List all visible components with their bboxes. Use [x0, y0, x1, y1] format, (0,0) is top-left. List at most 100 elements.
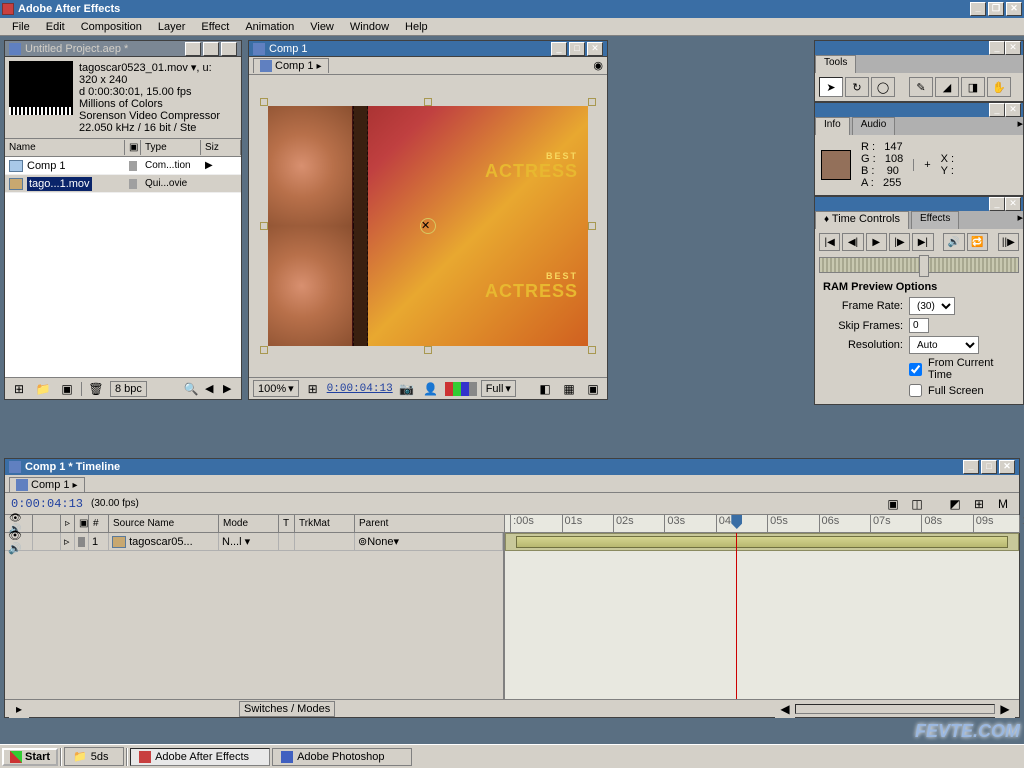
transparency-grid-icon[interactable]: ▦ — [559, 380, 579, 398]
quick-launch-folder[interactable]: 📁5ds — [64, 747, 124, 766]
mode-header[interactable]: Mode — [219, 515, 279, 532]
col-type[interactable]: Type — [141, 140, 201, 155]
layer-1-track[interactable] — [505, 533, 1019, 551]
trash-icon[interactable]: 🗑 — [86, 380, 106, 398]
viewer-minimize-button[interactable]: _ — [551, 42, 567, 56]
tools-close-button[interactable]: ✕ — [1005, 41, 1021, 55]
menu-composition[interactable]: Composition — [73, 19, 150, 35]
timeline-minimize-button[interactable]: _ — [963, 460, 979, 474]
minimize-button[interactable]: _ — [970, 2, 986, 16]
tab-effects[interactable]: Effects — [911, 211, 959, 229]
project-row-movie[interactable]: tago...1.mov Qui...ovie — [5, 175, 241, 193]
resolution-dropdown[interactable]: Full ▾ — [481, 380, 516, 397]
timeline-maximize-button[interactable]: □ — [981, 460, 997, 474]
parent-header[interactable]: Parent — [355, 515, 505, 532]
expand-all-icon[interactable]: ▸ — [9, 700, 29, 718]
tab-info[interactable]: Info — [815, 117, 850, 135]
label-swatch[interactable] — [129, 161, 137, 171]
timeline-tab[interactable]: Comp 1 ▸ — [9, 477, 85, 492]
selection-tool-icon[interactable]: ➤ — [819, 77, 843, 97]
hand-tool-icon[interactable]: ✋ — [987, 77, 1011, 97]
find-icon[interactable]: 🔍 — [181, 380, 201, 398]
layer-row-1[interactable]: 👁🔊 ▹ 1 tagoscar05... N...l ▾ ⊚ None ▾ — [5, 533, 503, 551]
snapshot-icon[interactable]: 📷 — [397, 380, 417, 398]
tools-minimize-button[interactable]: _ — [989, 41, 1005, 55]
show-snapshot-icon[interactable]: 👤 — [421, 380, 441, 398]
menu-file[interactable]: File — [4, 19, 38, 35]
task-after-effects[interactable]: Adobe After Effects — [130, 748, 270, 766]
anchor-point-icon[interactable]: ✕ — [420, 218, 436, 234]
menu-edit[interactable]: Edit — [38, 19, 73, 35]
resolution-icon[interactable]: ◫ — [907, 495, 927, 513]
comp-button-icon[interactable]: ▣ — [883, 495, 903, 513]
project-panel-title[interactable]: Untitled Project.aep * _ □ ✕ — [5, 41, 241, 57]
asset-thumbnail[interactable] — [9, 61, 73, 115]
info-close-button[interactable]: ✕ — [1005, 103, 1021, 117]
menu-view[interactable]: View — [302, 19, 342, 35]
viewer-tab[interactable]: Comp 1 ▸ — [253, 58, 329, 73]
full-screen-checkbox[interactable] — [909, 384, 922, 397]
project-maximize-button[interactable]: □ — [203, 42, 219, 56]
skip-frames-input[interactable] — [909, 318, 929, 333]
channel-buttons[interactable] — [445, 382, 477, 396]
shy-icon[interactable]: ◩ — [945, 495, 965, 513]
paint-tool-icon[interactable]: ◢ — [935, 77, 959, 97]
av-toggle[interactable]: 👁🔊 — [5, 533, 33, 550]
timeline-close-button[interactable]: ✕ — [999, 460, 1015, 474]
frame-rate-dropdown[interactable]: (30) — [909, 297, 955, 315]
motion-blur-icon[interactable]: M — [993, 495, 1013, 513]
viewer-popup-icon[interactable]: ◉ — [593, 59, 603, 72]
new-folder-icon[interactable]: 📁 — [33, 380, 53, 398]
frame-blend-icon[interactable]: ⊞ — [969, 495, 989, 513]
last-frame-button[interactable]: ▶| — [912, 233, 933, 251]
menu-help[interactable]: Help — [397, 19, 436, 35]
tab-tools[interactable]: Tools — [815, 55, 856, 73]
viewer-canvas[interactable]: BESTACTRESS BESTACTRESS ✕ — [249, 75, 607, 377]
restore-button[interactable]: ❐ — [988, 2, 1004, 16]
timeline-title[interactable]: Comp 1 * Timeline _ □ ✕ — [5, 459, 1019, 475]
col-name[interactable]: Name — [5, 140, 125, 155]
label-swatch[interactable] — [129, 179, 137, 189]
loop-button[interactable]: 🔁 — [967, 233, 988, 251]
time-ruler[interactable]: :00s 01s 02s 03s 04s 05s 06s 07s 08s 09s… — [505, 515, 1019, 533]
col-size[interactable]: Siz — [201, 140, 241, 155]
timeline-timecode[interactable]: 0:00:04:13 — [11, 497, 83, 511]
zoom-dropdown[interactable]: 100% ▾ — [253, 380, 299, 397]
zoom-in-time-icon[interactable]: ▶ — [995, 700, 1015, 718]
tab-audio[interactable]: Audio — [852, 117, 896, 135]
info-flyout-icon[interactable]: ▸ — [1017, 117, 1023, 135]
menu-window[interactable]: Window — [342, 19, 397, 35]
play-button[interactable]: ▶ — [866, 233, 887, 251]
zoom-out-time-icon[interactable]: ◀ — [775, 700, 795, 718]
t-header[interactable]: T — [279, 515, 295, 532]
layer-parent-dropdown[interactable]: ⊚ None ▾ — [355, 533, 503, 550]
project-row-comp[interactable]: Comp 1 Com...tion ▶ — [5, 157, 241, 175]
current-time-indicator[interactable] — [736, 533, 737, 699]
resolution-ram-dropdown[interactable]: Auto — [909, 336, 979, 354]
eraser-tool-icon[interactable]: ◨ — [961, 77, 985, 97]
orbit-tool-icon[interactable]: ◯ — [871, 77, 895, 97]
project-list[interactable]: Comp 1 Com...tion ▶ tago...1.mov Qui...o… — [5, 157, 241, 377]
lock-cell[interactable] — [33, 533, 61, 550]
bpc-button[interactable]: 8 bpc — [110, 381, 147, 397]
composition-preview[interactable]: BESTACTRESS BESTACTRESS ✕ — [268, 106, 588, 346]
rotate-tool-icon[interactable]: ↻ — [845, 77, 869, 97]
ram-preview-button[interactable]: ||▶ — [998, 233, 1019, 251]
timeline-tracks[interactable] — [505, 533, 1019, 699]
close-button[interactable]: ✕ — [1006, 2, 1022, 16]
task-photoshop[interactable]: Adobe Photoshop — [272, 748, 412, 766]
timectrl-flyout-icon[interactable]: ▸ — [1017, 211, 1023, 229]
menu-animation[interactable]: Animation — [237, 19, 302, 35]
switches-modes-button[interactable]: Switches / Modes — [239, 701, 335, 717]
first-frame-button[interactable]: |◀ — [819, 233, 840, 251]
expand-toggle[interactable]: ▹ — [61, 533, 75, 550]
time-zoom-slider[interactable] — [795, 704, 995, 714]
layer-trkmat-dropdown[interactable] — [295, 533, 355, 550]
viewer-close-button[interactable]: ✕ — [587, 42, 603, 56]
interpret-footage-icon[interactable]: ⊞ — [9, 380, 29, 398]
viewer-maximize-button[interactable]: □ — [569, 42, 585, 56]
source-name-header[interactable]: Source Name — [109, 515, 219, 532]
project-close-button[interactable]: ✕ — [221, 42, 237, 56]
layer-label[interactable] — [75, 533, 89, 550]
tab-time-controls[interactable]: ♦ Time Controls — [815, 211, 909, 229]
